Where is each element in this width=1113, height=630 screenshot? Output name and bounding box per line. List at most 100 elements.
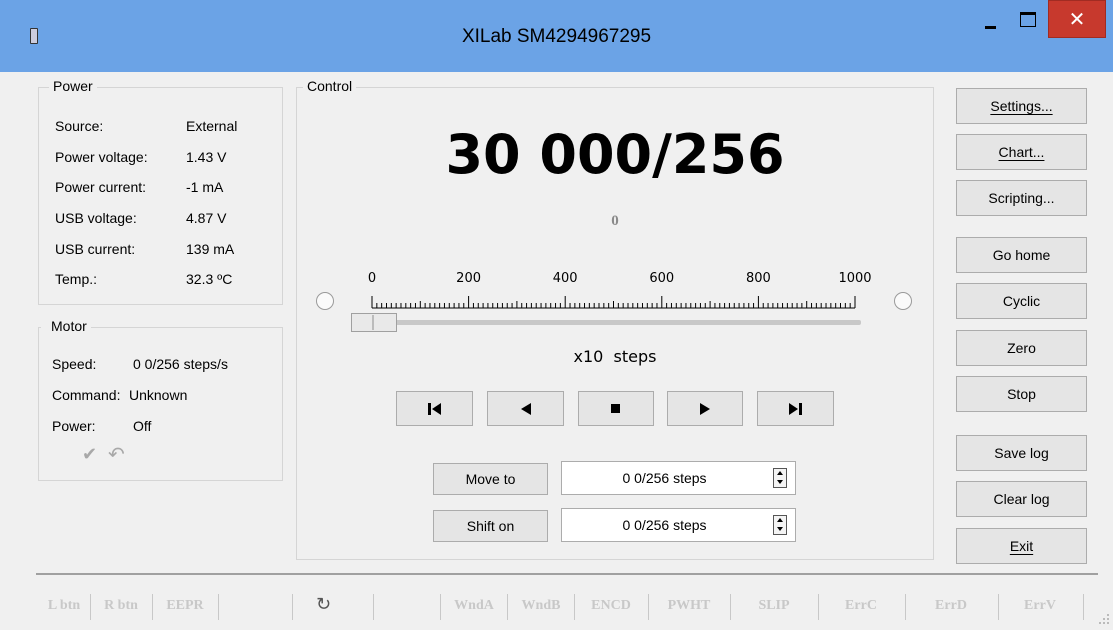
status-separator <box>730 594 731 620</box>
power-label-current: Power current: <box>55 179 147 195</box>
refresh-icon[interactable]: ↻ <box>316 594 331 615</box>
status-eepr: EEPR <box>166 598 204 613</box>
scripting-button[interactable]: Scripting... <box>956 180 1087 216</box>
go-right-end-button[interactable] <box>757 391 834 426</box>
move-to-spin-arrows-icon[interactable] <box>773 468 787 488</box>
slider-track <box>351 320 861 325</box>
motor-speed-label: Speed: <box>52 356 97 372</box>
scale-label: 600 <box>649 271 675 286</box>
status-separator <box>218 594 219 620</box>
power-label-voltage: Power voltage: <box>55 149 148 165</box>
status-errc: ErrC <box>845 598 877 613</box>
move-to-field[interactable]: 0 0/256 steps <box>561 461 796 495</box>
encoder-display: 0 <box>611 213 619 229</box>
power-legend: Power <box>49 78 97 94</box>
status-errv: ErrV <box>1024 598 1056 613</box>
motor-command-value: Unknown <box>129 387 188 403</box>
save-log-button[interactable]: Save log <box>956 435 1087 471</box>
go-home-button[interactable]: Go home <box>956 237 1087 273</box>
scale-ticks <box>371 296 856 309</box>
shift-on-value: 0 0/256 steps <box>622 517 707 533</box>
power-value-usb-voltage: 4.87 V <box>186 210 227 226</box>
undo-icon: ↶ <box>108 442 125 466</box>
scale-label: 800 <box>745 271 771 286</box>
status-r-btn: R btn <box>104 598 138 613</box>
status-encd: ENCD <box>591 598 631 613</box>
window-title: XILab SM4294967295 <box>461 26 652 47</box>
scale-label: 0 <box>367 271 377 286</box>
motor-legend: Motor <box>41 318 91 334</box>
stop-icon <box>611 403 620 413</box>
move-right-icon <box>700 402 710 415</box>
close-icon: ✕ <box>1068 7 1086 31</box>
motor-command-label: Command: <box>52 387 121 403</box>
move-left-button[interactable] <box>487 391 564 426</box>
cyclic-button[interactable]: Cyclic <box>956 283 1087 319</box>
go-left-end-button[interactable] <box>396 391 473 426</box>
motor-speed-value: 0 0/256 steps/s <box>133 356 228 372</box>
shift-on-button[interactable]: Shift on <box>433 510 548 542</box>
go-to-left-end-icon <box>427 402 441 415</box>
power-value-source: External <box>186 118 238 134</box>
status-errd: ErrD <box>935 598 967 613</box>
motor-power-label: Power: <box>52 418 96 434</box>
clear-log-button[interactable]: Clear log <box>956 481 1087 517</box>
status-separator <box>648 594 649 620</box>
status-slip: SLIP <box>758 598 790 613</box>
chart-button[interactable]: Chart... <box>956 134 1087 170</box>
right-limit-radio[interactable] <box>894 292 912 310</box>
status-separator <box>152 594 153 620</box>
scale-label: 400 <box>552 271 578 286</box>
close-button[interactable]: ✕ <box>1048 0 1106 38</box>
position-display: 30 000/256 <box>445 123 785 186</box>
scale-label: 1000 <box>838 271 872 286</box>
left-limit-radio[interactable] <box>316 292 334 310</box>
power-label-temp: Temp.: <box>55 271 98 287</box>
power-value-temp: 32.3 ºC <box>186 271 233 287</box>
power-value-voltage: 1.43 V <box>186 149 227 165</box>
power-label-usb-current: USB current: <box>55 241 136 257</box>
power-value-current: -1 mA <box>186 179 224 195</box>
status-separator <box>818 594 819 620</box>
stop-motion-button[interactable] <box>578 391 654 426</box>
units-label: x10 steps <box>573 347 657 366</box>
go-to-right-end-icon <box>788 402 802 415</box>
position-scale <box>371 296 856 309</box>
stop-button[interactable]: Stop <box>956 376 1087 412</box>
zero-button[interactable]: Zero <box>956 330 1087 366</box>
status-wnda: WndA <box>454 598 494 613</box>
maximize-button[interactable] <box>1010 4 1046 38</box>
status-wndb: WndB <box>521 598 561 613</box>
slider-handle[interactable] <box>351 313 397 332</box>
exit-button[interactable]: Exit <box>956 528 1087 564</box>
status-separator <box>507 594 508 620</box>
status-separator <box>574 594 575 620</box>
status-separator <box>292 594 293 620</box>
scale-label: 200 <box>456 271 481 286</box>
status-separator <box>373 594 374 620</box>
title-bar: XILab SM4294967295 ✕ <box>0 0 1113 72</box>
shift-on-spin-arrows-icon[interactable] <box>773 515 787 535</box>
settings-button[interactable]: Settings... <box>956 88 1087 124</box>
status-pwht: PWHT <box>667 598 711 613</box>
move-to-button[interactable]: Move to <box>433 463 548 495</box>
move-left-icon <box>520 402 531 415</box>
status-separator <box>440 594 441 620</box>
resize-grip-icon[interactable] <box>1098 612 1110 624</box>
control-legend: Control <box>303 78 357 94</box>
status-divider <box>36 573 1098 575</box>
status-l-btn: L btn <box>47 598 81 613</box>
minimize-button[interactable] <box>970 4 1010 38</box>
power-value-usb-current: 139 mA <box>186 241 235 257</box>
check-icon: ✔ <box>82 444 98 465</box>
shift-on-field[interactable]: 0 0/256 steps <box>561 508 796 542</box>
status-separator <box>1083 594 1084 620</box>
power-label-usb-voltage: USB voltage: <box>55 210 137 226</box>
power-label-source: Source: <box>55 118 104 134</box>
motor-group: Motor <box>38 318 283 481</box>
status-separator <box>998 594 999 620</box>
move-to-value: 0 0/256 steps <box>622 470 707 486</box>
move-right-button[interactable] <box>667 391 743 426</box>
motor-power-value: Off <box>133 418 152 434</box>
status-separator <box>905 594 906 620</box>
